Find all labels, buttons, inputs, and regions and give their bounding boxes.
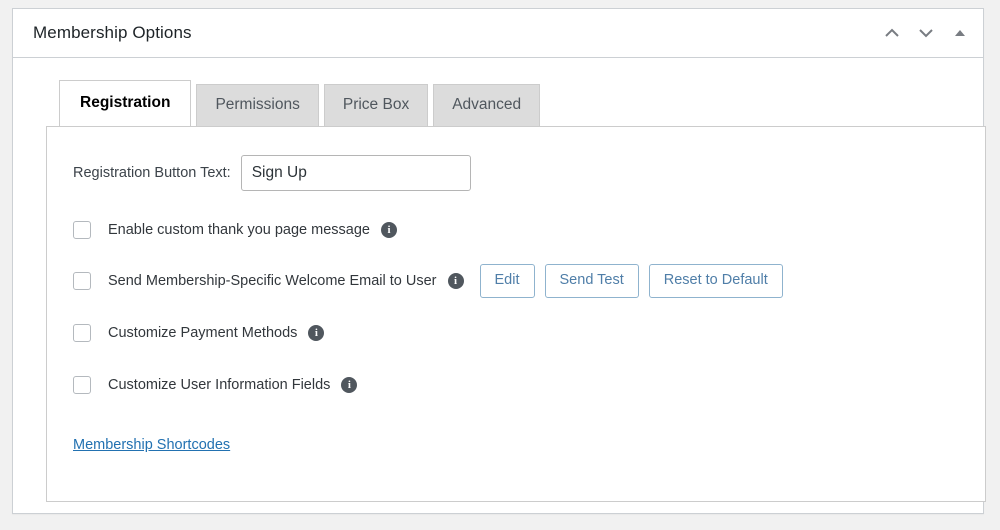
panel-header-actions — [875, 9, 977, 57]
tab-advanced[interactable]: Advanced — [433, 84, 541, 126]
chevron-down-icon — [916, 23, 936, 43]
registration-button-text-input[interactable] — [240, 155, 471, 191]
tab-bar: Registration Permissions Price Box Advan… — [13, 58, 983, 126]
customize-user-information-fields-label: Customize User Information Fields — [108, 377, 331, 393]
triangle-up-icon — [952, 25, 968, 41]
send-welcome-email-checkbox[interactable] — [73, 272, 91, 290]
info-icon[interactable]: i — [341, 377, 358, 393]
move-down-button[interactable] — [909, 15, 943, 51]
welcome-email-row: Send Membership-Specific Welcome Email t… — [47, 263, 985, 299]
membership-options-panel: Membership Options Registration Permissi… — [12, 8, 986, 514]
membership-shortcodes-link[interactable]: Membership Shortcodes — [73, 437, 230, 453]
tab-permissions[interactable]: Permissions — [196, 84, 319, 126]
page-title: Membership Options — [33, 23, 192, 43]
registration-button-text-row: Registration Button Text: — [47, 127, 985, 191]
shortcodes-link-row: Membership Shortcodes — [47, 400, 985, 454]
enable-thank-you-message-label: Enable custom thank you page message — [108, 222, 370, 238]
tab-price-box[interactable]: Price Box — [323, 84, 429, 126]
info-icon[interactable]: i — [308, 325, 325, 341]
info-icon[interactable]: i — [380, 222, 397, 238]
reset-to-default-button[interactable]: Reset to Default — [648, 263, 783, 299]
edit-button[interactable]: Edit — [479, 263, 535, 299]
send-welcome-email-label: Send Membership-Specific Welcome Email t… — [108, 273, 437, 289]
send-test-button[interactable]: Send Test — [544, 263, 639, 299]
customize-payment-methods-checkbox[interactable] — [73, 324, 91, 342]
chevron-up-icon — [882, 23, 902, 43]
user-information-fields-row: Customize User Information Fields i — [47, 370, 985, 400]
registration-button-text-label: Registration Button Text: — [73, 165, 231, 181]
toggle-panel-button[interactable] — [943, 15, 977, 51]
customize-payment-methods-label: Customize Payment Methods — [108, 325, 298, 341]
enable-thank-you-message-checkbox[interactable] — [73, 221, 91, 239]
welcome-email-actions: Edit Send Test Reset to Default — [479, 263, 783, 299]
customize-user-information-fields-checkbox[interactable] — [73, 376, 91, 394]
move-up-button[interactable] — [875, 15, 909, 51]
thank-you-message-row: Enable custom thank you page message i — [47, 215, 985, 245]
panel-header: Membership Options — [13, 9, 983, 58]
tab-registration[interactable]: Registration — [59, 80, 192, 126]
info-icon[interactable]: i — [447, 273, 464, 289]
registration-tab-panel: Registration Button Text: Enable custom … — [46, 126, 986, 502]
payment-methods-row: Customize Payment Methods i — [47, 318, 985, 348]
